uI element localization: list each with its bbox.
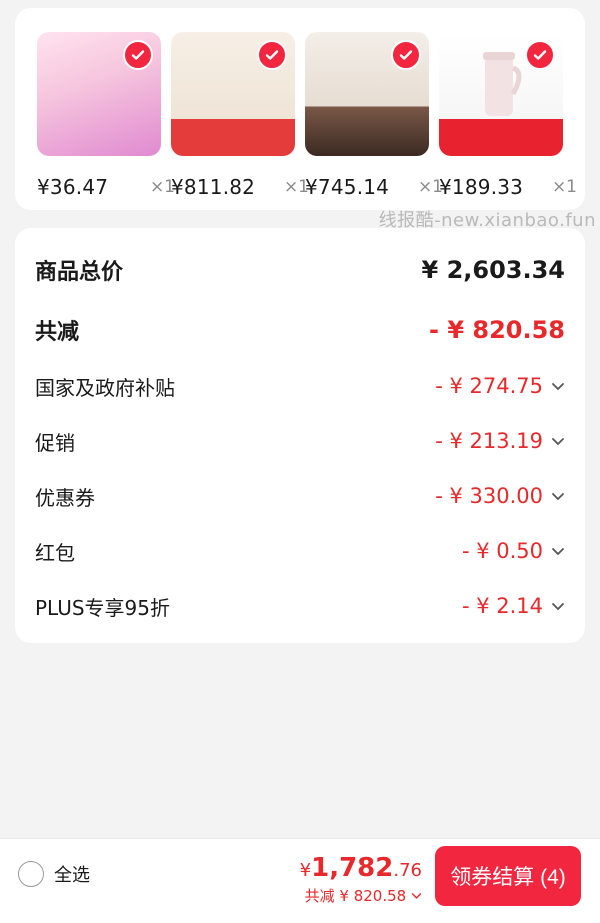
total-price-label: 商品总价 [35,260,124,285]
checkout-button-label: 领券结算 (4) [450,866,566,889]
product-item[interactable]: ¥745.14 ×1 [305,32,443,199]
discount-label: PLUS专享95折 [35,595,170,620]
product-item[interactable]: ¥811.82 ×1 [171,32,309,199]
product-price: ¥745.14 [305,175,390,199]
checkout-button[interactable]: 领券结算 (4) [435,846,581,906]
checked-icon[interactable] [391,40,421,70]
payable-decimal: .76 [393,860,422,881]
select-all-label: 全选 [54,865,90,886]
price-summary-card: 商品总价 ¥ 2,603.34 共减 - ¥ 820.58 国家及政府补贴 - … [15,228,585,643]
discount-total-value: - ¥ 820.58 [429,316,565,344]
chevron-down-icon[interactable] [411,890,422,901]
chevron-down-icon[interactable] [551,599,565,613]
checked-icon[interactable] [525,40,555,70]
checked-icon[interactable] [123,40,153,70]
total-price-value: ¥ 2,603.34 [421,256,565,284]
product-thumbnail[interactable] [439,32,563,156]
checked-icon[interactable] [257,40,287,70]
discount-value: - ¥ 0.50 [461,539,543,563]
saved-amount-toggle[interactable]: 共减 ¥ 820.58 [305,885,422,906]
currency-symbol: ¥ [299,860,312,881]
discount-value: - ¥ 330.00 [435,484,543,508]
product-thumbnail[interactable] [37,32,161,156]
product-price: ¥811.82 [171,175,256,199]
tumbler-image [483,52,522,116]
discount-label: 促销 [35,430,75,455]
discount-total-label: 共减 [35,320,80,345]
discount-label: 国家及政府补贴 [35,375,175,400]
discount-total-row: 共减 - ¥ 820.58 [35,310,565,350]
chevron-down-icon[interactable] [551,489,565,503]
discount-row-coupon[interactable]: 优惠券 - ¥ 330.00 [35,478,565,514]
chevron-down-icon[interactable] [551,544,565,558]
product-thumbnail[interactable] [171,32,295,156]
product-item[interactable]: ¥189.33 ×1 [439,32,577,199]
discount-row-subsidy[interactable]: 国家及政府补贴 - ¥ 274.75 [35,368,565,404]
chevron-down-icon[interactable] [551,434,565,448]
product-quantity: ×1 [551,177,577,197]
total-price-row: 商品总价 ¥ 2,603.34 [35,250,565,290]
discount-row-red-packet[interactable]: 红包 - ¥ 0.50 [35,533,565,569]
payable-amount: ¥1,782.76 [300,853,422,883]
payable-integer: 1,782 [311,853,394,883]
discount-value: - ¥ 2.14 [461,594,543,618]
discount-value: - ¥ 213.19 [435,429,543,453]
product-price: ¥189.33 [439,175,524,199]
selected-products-card: ¥36.47 ×1 ¥811.82 ×1 ¥745.14 ×1 ¥189.33 … [15,8,585,210]
discount-row-promotion[interactable]: 促销 - ¥ 213.19 [35,423,565,459]
product-price: ¥36.47 [37,175,109,199]
discount-label: 优惠券 [35,485,95,510]
select-all-radio[interactable] [18,861,44,887]
product-item[interactable]: ¥36.47 ×1 [37,32,175,199]
saved-amount: 共减 ¥ 820.58 [304,887,407,905]
discount-label: 红包 [35,540,75,565]
discount-value: - ¥ 274.75 [435,374,543,398]
select-all-toggle[interactable]: 全选 [18,861,90,887]
discount-row-plus[interactable]: PLUS专享95折 - ¥ 2.14 [35,588,565,624]
product-thumbnail[interactable] [305,32,429,156]
checkout-bar: 全选 ¥1,782.76 共减 ¥ 820.58 领券结算 (4) [0,838,600,923]
chevron-down-icon[interactable] [551,379,565,393]
